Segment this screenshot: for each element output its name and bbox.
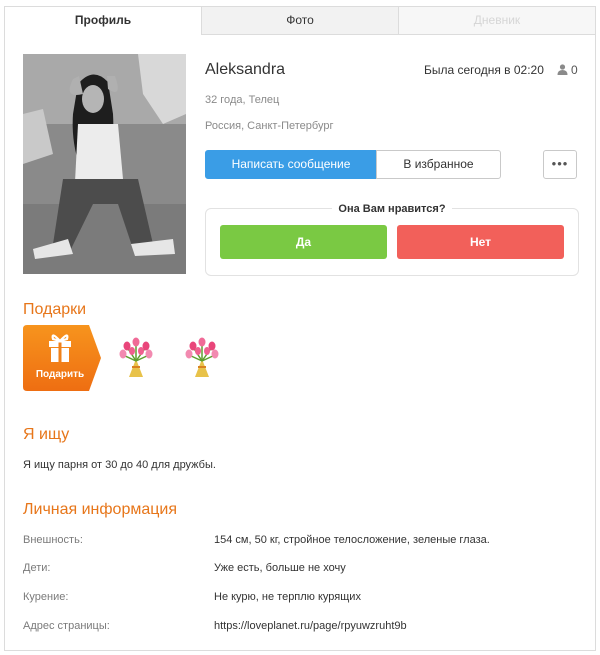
like-yes-button[interactable]: Да xyxy=(220,225,387,259)
like-question: Она Вам нравится? xyxy=(332,203,452,215)
gift-button-shape xyxy=(23,325,101,391)
tab-profile[interactable]: Профиль xyxy=(5,7,201,35)
info-row-appearance: Внешность: 154 см, 50 кг, стройное телос… xyxy=(23,534,583,550)
bouquet-icon[interactable] xyxy=(185,337,219,382)
info-row-children: Дети: Уже есть, больше не хочу xyxy=(23,562,583,578)
tab-photo[interactable]: Фото xyxy=(201,7,399,35)
page-address-link[interactable]: https://loveplanet.ru/page/rpyuwzruht9b xyxy=(214,620,407,632)
profile-name: Aleksandra xyxy=(205,61,286,78)
profile-photo[interactable] xyxy=(23,54,186,274)
personal-info-title: Личная информация xyxy=(23,501,178,518)
info-value: 154 см, 50 кг, стройное телосложение, зе… xyxy=(214,534,490,546)
info-row-page-address: Адрес страницы: https://loveplanet.ru/pa… xyxy=(23,620,583,636)
tab-bar: Профиль Фото Дневник xyxy=(5,7,595,35)
info-label: Дети: xyxy=(23,562,51,574)
give-gift-button[interactable]: Подарить xyxy=(23,325,103,391)
info-label: Внешность: xyxy=(23,534,83,546)
seeking-title: Я ищу xyxy=(23,426,70,443)
views-count: 0 xyxy=(571,63,578,77)
last-seen-status: Была сегодня в 02:20 xyxy=(424,63,544,77)
info-label: Курение: xyxy=(23,591,69,603)
more-options-button[interactable]: ••• xyxy=(543,150,577,179)
profile-card: Профиль Фото Дневник Aleksandra Была сег… xyxy=(4,6,596,651)
info-label: Адрес страницы: xyxy=(23,620,110,632)
gift-icon xyxy=(49,334,71,362)
person-icon xyxy=(557,64,568,78)
info-value: Уже есть, больше не хочу xyxy=(214,562,346,574)
give-gift-label: Подарить xyxy=(35,369,85,380)
profile-photo-image xyxy=(23,54,186,274)
seeking-text: Я ищу парня от 30 до 40 для дружбы. xyxy=(23,459,216,471)
info-row-smoking: Курение: Не курю, не терплю курящих xyxy=(23,591,583,607)
like-question-box: Она Вам нравится? Да Нет xyxy=(205,203,579,276)
bouquet-icon[interactable] xyxy=(119,337,153,382)
tab-diary[interactable]: Дневник xyxy=(399,7,595,35)
info-value: Не курю, не терплю курящих xyxy=(214,591,361,603)
location: Россия, Санкт-Петербург xyxy=(205,120,334,132)
gifts-title: Подарки xyxy=(23,301,87,318)
age-zodiac: 32 года, Телец xyxy=(205,94,280,106)
like-no-button[interactable]: Нет xyxy=(397,225,564,259)
add-to-favorites-button[interactable]: В избранное xyxy=(376,150,501,179)
write-message-button[interactable]: Написать сообщение xyxy=(205,150,377,179)
